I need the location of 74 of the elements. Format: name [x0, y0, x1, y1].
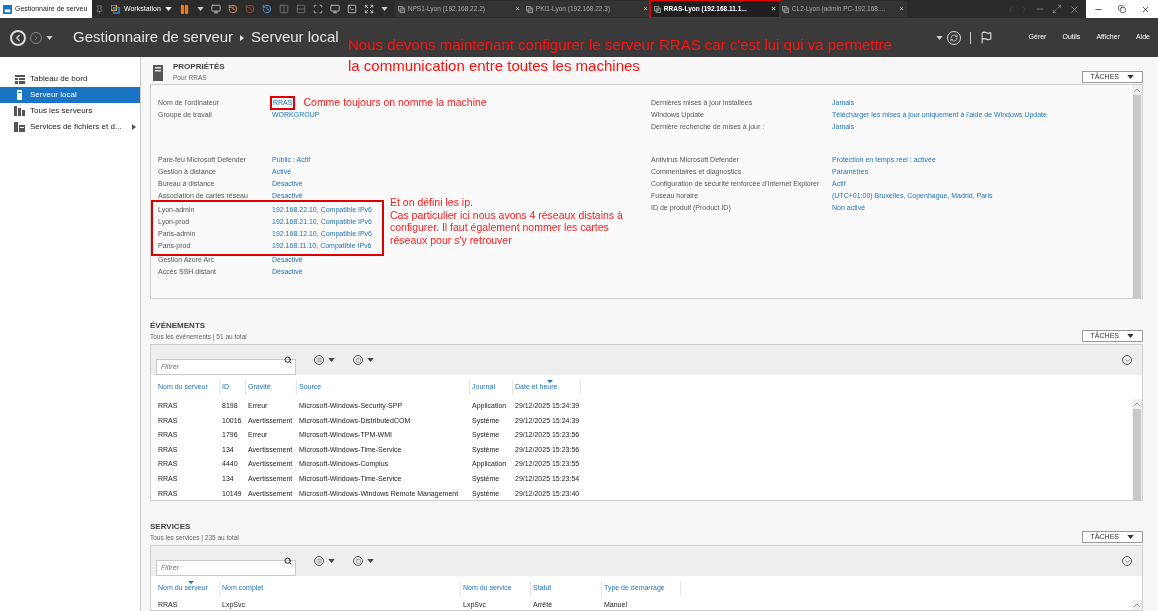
restore-icon[interactable]	[1118, 5, 1126, 13]
breadcrumb-item[interactable]: Gestionnaire de serveur	[73, 26, 234, 49]
chevron-down-icon	[1123, 557, 1131, 565]
scrollbar[interactable]	[1132, 399, 1142, 500]
caret-icon[interactable]	[1127, 334, 1134, 338]
caret-icon[interactable]	[196, 7, 204, 11]
dashboard-icon	[14, 74, 25, 84]
caret-icon[interactable]	[328, 358, 335, 362]
section-title: PROPRIÉTÉS	[173, 61, 225, 74]
vm-icon	[525, 5, 533, 13]
console-icon[interactable]	[346, 4, 357, 14]
thumbnail-icon[interactable]	[295, 4, 306, 14]
sort-indicator-icon	[187, 581, 194, 584]
annotation-note: Et on défini les ip.	[390, 196, 474, 209]
server-manager-icon	[3, 4, 12, 14]
chevron-down-icon	[1123, 356, 1131, 364]
list-icon	[316, 558, 322, 564]
caret-icon[interactable]	[380, 7, 388, 11]
caret-icon[interactable]	[367, 358, 374, 362]
annotation-note: Comme toujours on nomme la machine	[303, 95, 487, 111]
scrollbar[interactable]	[1132, 85, 1142, 298]
caret-icon[interactable]	[328, 559, 335, 563]
sidebar-item[interactable]: Tous les serveurs	[0, 103, 140, 119]
full-screen-icon[interactable]	[312, 4, 323, 14]
sidebar-item[interactable]: Services de fichiers et d...	[0, 119, 140, 135]
close-icon[interactable]	[1141, 4, 1151, 14]
annotation-note: Nous devons maintenant configurer le serveur RRAS car c'est lui qui va permettre la communication entre toutes les machines	[348, 35, 892, 76]
caret-icon[interactable]	[1127, 535, 1134, 539]
caret-icon[interactable]	[935, 35, 943, 40]
search-icon[interactable]	[284, 557, 292, 565]
stretch-icon[interactable]	[363, 4, 374, 14]
save-query-button[interactable]	[353, 355, 374, 365]
sidebar-item[interactable]: Tableau de bord	[0, 71, 140, 87]
list-icon	[316, 357, 322, 363]
section-title: SERVICES	[150, 521, 192, 534]
pause-icon[interactable]	[178, 3, 190, 15]
back-button[interactable]	[10, 29, 26, 46]
pin-icon[interactable]	[95, 4, 104, 14]
servers-icon	[14, 106, 25, 116]
caret-icon[interactable]	[164, 7, 172, 11]
caret-icon[interactable]	[367, 559, 374, 563]
close-bar-icon[interactable]	[1069, 3, 1080, 15]
tab-close-button[interactable]: ×	[771, 3, 776, 15]
sidebar-item[interactable]: Serveur local	[0, 87, 140, 103]
notifications-flag-icon[interactable]	[979, 31, 993, 44]
breadcrumb-item[interactable]: Serveur local	[251, 26, 339, 49]
unity-icon[interactable]	[329, 4, 340, 14]
send-keys-icon[interactable]	[210, 4, 221, 14]
library-icon[interactable]	[278, 4, 289, 14]
tab-close-button[interactable]: ×	[515, 3, 520, 15]
restore-bar-icon[interactable]	[1052, 4, 1062, 14]
vm-icon	[781, 5, 789, 13]
section-title: ÉVÉNEMENTS	[150, 320, 207, 333]
caret-icon[interactable]	[1127, 75, 1134, 79]
annotation-note: Cas particulier ici nous avons 4 réseaux distains à configurer. Il faut également nommer les cartes réseaux pour s'y retrouver	[390, 208, 624, 246]
list-options-button[interactable]	[314, 355, 335, 365]
server-icon	[17, 90, 22, 100]
vm-icon	[653, 5, 661, 13]
submenu-arrow-icon[interactable]	[132, 124, 136, 130]
properties-icon	[153, 65, 163, 82]
tab-close-button[interactable]: ×	[899, 3, 904, 15]
save-query-button[interactable]	[353, 556, 374, 566]
refresh-icon	[949, 33, 958, 42]
tab-close-button[interactable]: ×	[643, 3, 648, 15]
snapshot-icon[interactable]	[227, 4, 238, 14]
caret-icon[interactable]	[46, 35, 53, 40]
workstation-logo-icon	[111, 4, 120, 14]
vm-icon	[397, 5, 405, 13]
search-icon[interactable]	[284, 356, 292, 364]
snapshot-manager-icon[interactable]	[261, 4, 272, 14]
breadcrumb-separator-icon	[240, 34, 245, 41]
sort-indicator-icon	[546, 380, 553, 383]
file-services-icon	[14, 122, 25, 132]
list-options-button[interactable]	[314, 556, 335, 566]
